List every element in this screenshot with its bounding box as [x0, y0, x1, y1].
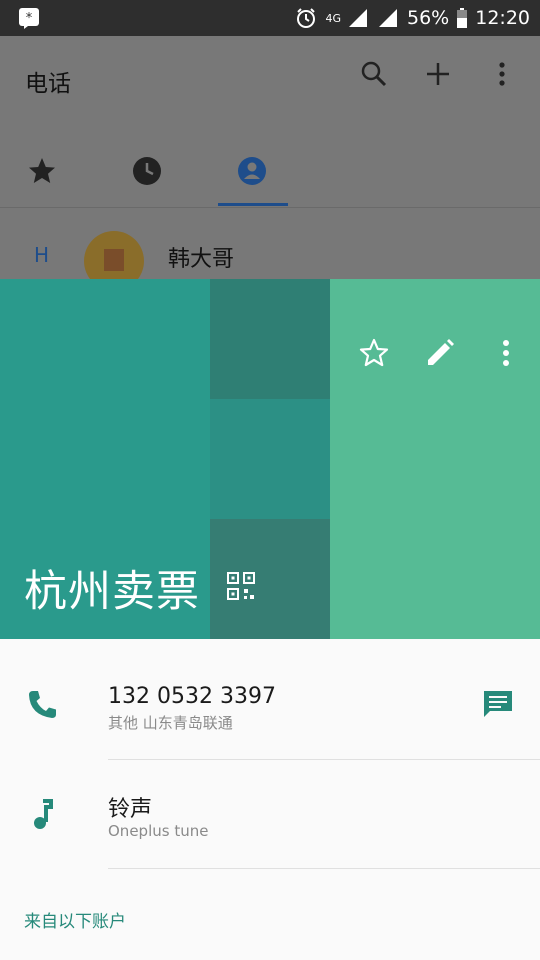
tab-contacts[interactable] — [202, 136, 302, 206]
music-note-icon — [24, 797, 60, 833]
signal-icon-sim2 — [377, 7, 399, 29]
status-bar: * 4G 56% 12:20 — [0, 0, 540, 36]
phone-app-background: 电话 H 韩大哥 — [0, 36, 540, 279]
person-circle-icon — [238, 157, 266, 185]
more-options-icon[interactable] — [488, 60, 516, 88]
contact-name: 杭州卖票 — [24, 567, 200, 617]
accounts-heading: 来自以下账户 — [24, 912, 126, 932]
app-title: 电话 — [25, 71, 71, 97]
notification-app-icon: * — [18, 7, 40, 29]
list-item[interactable]: H 韩大哥 — [0, 231, 540, 279]
contact-header: 杭州卖票 — [0, 279, 540, 639]
search-icon[interactable] — [360, 60, 388, 88]
more-options-icon[interactable] — [490, 337, 522, 369]
qr-code-icon[interactable] — [226, 571, 256, 601]
tab-bar — [0, 136, 540, 206]
section-letter: H — [34, 243, 50, 267]
star-filled-icon — [29, 158, 55, 183]
ringtone-title: 铃声 — [108, 797, 153, 822]
phone-icon — [24, 687, 60, 723]
message-icon[interactable] — [480, 687, 516, 723]
tab-indicator — [218, 203, 288, 206]
status-time: 12:20 — [475, 7, 530, 29]
alarm-icon — [295, 7, 317, 29]
tab-recents[interactable] — [97, 136, 197, 206]
star-outline-icon[interactable] — [358, 337, 390, 369]
phone-label: 其他 山东青岛联通 — [108, 714, 233, 732]
ringtone-value: Oneplus tune — [108, 822, 209, 840]
svg-text:*: * — [26, 11, 33, 26]
clock-icon — [133, 157, 161, 185]
ringtone-entry[interactable]: 铃声 Oneplus tune — [0, 759, 540, 869]
header-block — [330, 279, 540, 639]
avatar — [84, 231, 144, 279]
edit-pencil-icon[interactable] — [424, 337, 456, 369]
phone-number: 132 0532 3397 — [108, 684, 276, 709]
network-type-label: 4G — [325, 11, 341, 25]
contact-name-label: 韩大哥 — [168, 247, 235, 272]
phone-entry[interactable]: 132 0532 3397 其他 山东青岛联通 — [0, 639, 540, 749]
battery-icon — [457, 8, 468, 28]
divider — [108, 868, 540, 869]
tab-favorites[interactable] — [0, 136, 92, 206]
contact-details: 132 0532 3397 其他 山东青岛联通 铃声 Oneplus tune … — [0, 639, 540, 960]
battery-percentage: 56% — [407, 7, 450, 29]
signal-icon-sim1 — [347, 7, 369, 29]
add-icon[interactable] — [424, 60, 452, 88]
tab-divider — [0, 207, 540, 208]
header-block — [210, 399, 330, 519]
header-block — [210, 279, 330, 399]
